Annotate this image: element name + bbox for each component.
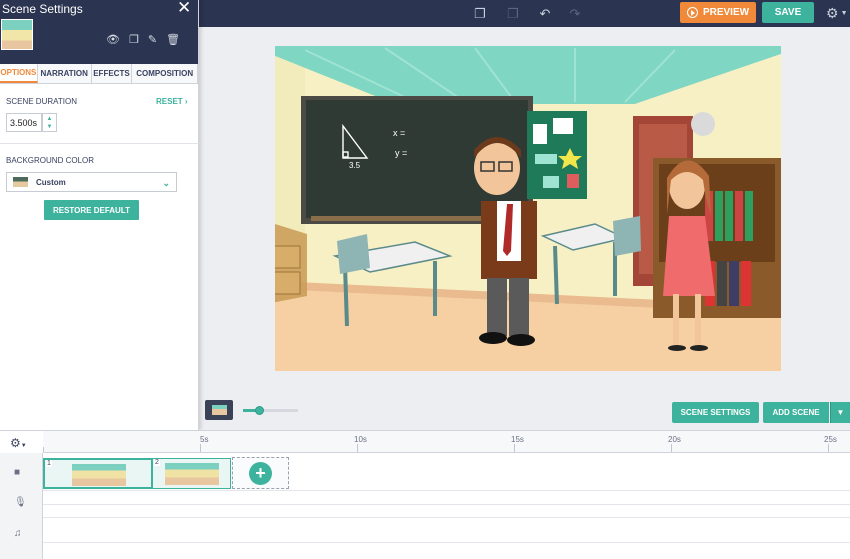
ruler-label: 10s <box>354 435 367 444</box>
restore-default-button[interactable]: RESTORE DEFAULT <box>44 200 139 220</box>
duplicate-icon[interactable]: ❐ <box>129 33 139 46</box>
notice-paper <box>553 118 573 134</box>
clip-thumbnail <box>72 464 126 486</box>
scene-thumbnail-toggle[interactable] <box>205 400 233 420</box>
panel-tabs: OPTIONS NARRATION EFFECTS COMPOSITION <box>0 64 199 84</box>
chevron-up-icon[interactable]: ▲ <box>47 115 53 123</box>
brush-icon[interactable]: ✎ <box>148 33 157 46</box>
reset-label: RESET <box>156 97 183 106</box>
plus-icon[interactable]: + <box>249 461 272 485</box>
ruler-label: 5s <box>200 435 209 444</box>
undo-icon[interactable]: ↶ <box>530 0 560 27</box>
chalk-length: 3.5 <box>349 161 361 170</box>
reset-link[interactable]: RESET › <box>156 97 188 106</box>
music-note-icon: ♫ <box>14 528 22 539</box>
scene-duration-label: SCENE DURATION <box>6 97 77 106</box>
clip-thumbnail <box>165 463 219 485</box>
tab-narration[interactable]: NARRATION <box>38 64 92 83</box>
timeline: ⚙▼ 5s 10s 15s 20s 25s ■ 🎙 ♫ 1 2 + <box>0 430 850 559</box>
track-divider <box>43 504 850 505</box>
ruler-tick <box>200 444 201 452</box>
gear-icon: ⚙ <box>826 5 839 21</box>
chevron-down-icon: ⌄ <box>162 178 170 188</box>
notice-paper <box>567 174 579 188</box>
clip-number: 2 <box>154 459 160 466</box>
paste-icon[interactable]: ❐ <box>498 0 528 27</box>
background-select[interactable]: Custom ⌄ <box>6 172 177 192</box>
ruler-tick <box>828 444 829 452</box>
ruler-tick <box>357 444 358 452</box>
clip-number: 1 <box>46 460 52 467</box>
track-headers: ■ 🎙 ♫ <box>0 453 43 559</box>
tab-effects[interactable]: EFFECTS <box>92 64 133 83</box>
add-scene-dropdown[interactable]: ▼ <box>830 402 850 423</box>
background-value: Custom <box>36 177 66 187</box>
cabinet-drawer <box>275 245 301 269</box>
bust-statue <box>691 112 715 136</box>
redo-icon[interactable]: ↷ <box>560 0 590 27</box>
preview-button[interactable]: PREVIEW <box>680 2 756 23</box>
trash-icon[interactable]: 🗑 <box>166 33 180 46</box>
tab-options[interactable]: OPTIONS <box>0 64 38 83</box>
caret-down-icon: ▼ <box>840 10 848 17</box>
preview-label: PREVIEW <box>702 7 750 18</box>
ruler-label: 15s <box>511 435 524 444</box>
video-camera-icon: ■ <box>14 467 21 478</box>
background-swatch <box>13 177 28 187</box>
timeline-settings[interactable]: ⚙▼ <box>10 436 27 450</box>
chevron-down-icon[interactable]: ▼ <box>47 123 53 131</box>
ruler-tick <box>43 447 44 452</box>
section-divider <box>0 143 199 144</box>
chalk-x: x = <box>393 128 405 138</box>
close-icon[interactable]: ✕ <box>177 0 191 16</box>
copy-icon[interactable]: ❐ <box>465 0 495 27</box>
gear-icon: ⚙ <box>10 436 21 450</box>
scene-clip-2[interactable]: 2 <box>152 458 231 489</box>
duration-input[interactable]: 3.500s <box>6 113 42 132</box>
play-icon <box>686 7 698 18</box>
timeline-ruler[interactable]: 5s 10s 15s 20s 25s <box>43 431 850 453</box>
image-icon <box>211 405 227 415</box>
scene-settings-button[interactable]: SCENE SETTINGS <box>672 402 759 423</box>
scene-settings-panel: Scene Settings ✕ 👁 ❐ ✎ 🗑 OPTIONS NARRATI… <box>0 0 199 430</box>
save-button[interactable]: SAVE <box>762 2 814 23</box>
background-color-label: BACKGROUND COLOR <box>6 156 95 165</box>
notice-paper <box>533 124 547 144</box>
panel-actions: 👁 ❐ ✎ 🗑 <box>106 33 180 46</box>
scene-clip-1[interactable]: 1 <box>43 458 153 489</box>
ruler-tick <box>671 444 672 452</box>
track-divider <box>43 542 850 543</box>
track-divider <box>43 517 850 518</box>
microphone-icon: 🎙 <box>14 497 27 508</box>
add-scene-slot[interactable]: + <box>232 457 289 489</box>
add-scene-button[interactable]: ADD SCENE <box>763 402 829 423</box>
caret-down-icon: ▼ <box>836 408 845 417</box>
notice-paper <box>543 176 559 188</box>
cabinet-drawer <box>275 271 301 295</box>
caret-down-icon: ▼ <box>20 443 27 449</box>
zoom-slider-handle[interactable] <box>255 406 264 415</box>
eye-icon[interactable]: 👁 <box>106 33 120 46</box>
panel-header: Scene Settings ✕ 👁 ❐ ✎ 🗑 <box>0 0 198 64</box>
tab-composition[interactable]: COMPOSITION <box>132 64 199 83</box>
track-divider <box>43 490 850 491</box>
scene-thumbnail <box>1 19 33 50</box>
chevron-right-icon: › <box>184 97 188 106</box>
chalk-y: y = <box>395 148 407 158</box>
ruler-tick <box>514 444 515 452</box>
scene-canvas[interactable]: 3.5 x = y = <box>275 46 781 371</box>
ruler-label: 20s <box>668 435 681 444</box>
settings-menu[interactable]: ⚙ ▼ <box>826 0 848 27</box>
panel-title: Scene Settings <box>2 2 83 16</box>
notice-paper <box>535 154 557 164</box>
ruler-label: 25s <box>824 435 837 444</box>
duration-stepper[interactable]: ▲ ▼ <box>42 113 57 132</box>
